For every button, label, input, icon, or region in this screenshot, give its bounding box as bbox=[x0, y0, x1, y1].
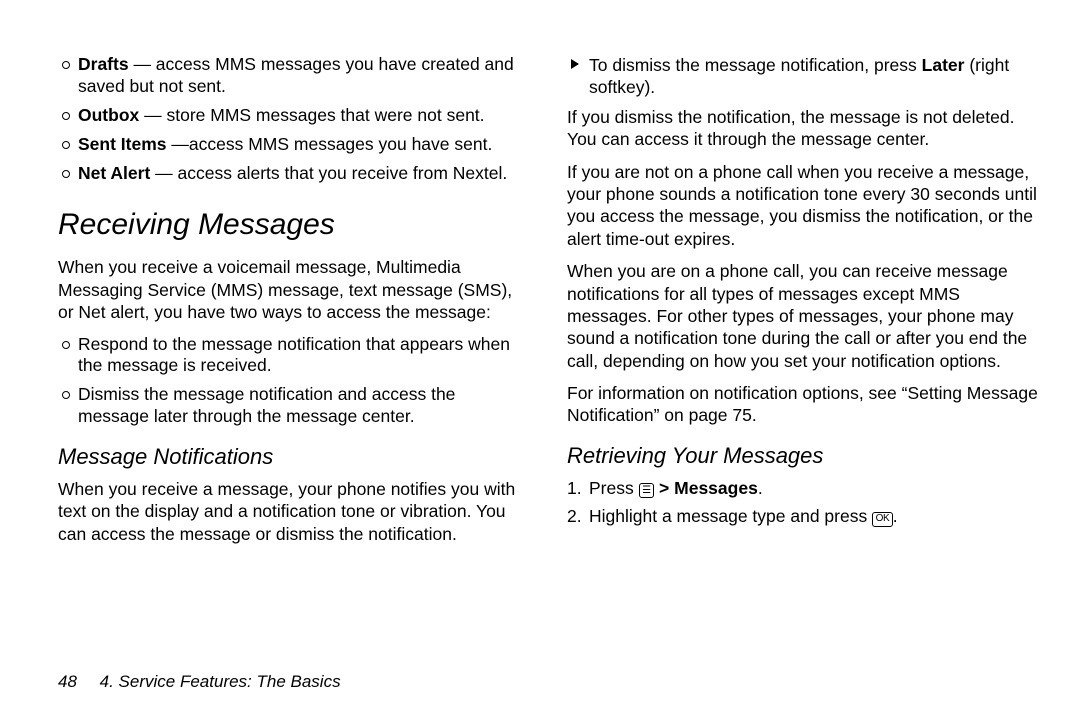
ways-list: Respond to the message notification that… bbox=[58, 334, 531, 429]
heading-retrieving-messages: Retrieving Your Messages bbox=[567, 443, 1040, 469]
menu-key-icon: ☰ bbox=[639, 483, 655, 498]
menu-item: Messages bbox=[674, 478, 758, 498]
softkey-label: Later bbox=[922, 55, 965, 75]
ok-key-icon: OK bbox=[872, 512, 893, 527]
paragraph: When you receive a message, your phone n… bbox=[58, 478, 531, 545]
text: To dismiss the message notification, pre… bbox=[589, 55, 922, 75]
definition: — access alerts that you receive from Ne… bbox=[150, 163, 507, 183]
list-item: Respond to the message notification that… bbox=[58, 334, 531, 378]
steps-list: Press ☰ > Messages. Highlight a message … bbox=[567, 477, 1040, 529]
paragraph: When you are on a phone call, you can re… bbox=[567, 260, 1040, 372]
term: Sent Items bbox=[78, 134, 167, 154]
page: Drafts — access MMS messages you have cr… bbox=[0, 0, 1080, 720]
paragraph: If you dismiss the notification, the mes… bbox=[567, 106, 1040, 151]
definition-list: Drafts — access MMS messages you have cr… bbox=[58, 54, 531, 184]
list-item: Dismiss the message notification and acc… bbox=[58, 384, 531, 428]
heading-message-notifications: Message Notifications bbox=[58, 444, 531, 470]
list-item: Net Alert — access alerts that you recei… bbox=[58, 163, 531, 185]
step-item: Press ☰ > Messages. bbox=[567, 477, 1040, 501]
definition: — store MMS messages that were not sent. bbox=[139, 105, 484, 125]
list-item: Outbox — store MMS messages that were no… bbox=[58, 105, 531, 127]
text: . bbox=[758, 478, 763, 498]
page-number: 48 bbox=[58, 672, 77, 691]
breadcrumb-separator: > bbox=[654, 478, 674, 498]
list-item: Sent Items —access MMS messages you have… bbox=[58, 134, 531, 156]
page-footer: 48 4. Service Features: The Basics bbox=[58, 672, 341, 692]
content-columns: Drafts — access MMS messages you have cr… bbox=[58, 54, 1040, 644]
term: Net Alert bbox=[78, 163, 150, 183]
definition: —access MMS messages you have sent. bbox=[167, 134, 493, 154]
definition: — access MMS messages you have created a… bbox=[78, 54, 514, 96]
list-item: To dismiss the message notification, pre… bbox=[567, 54, 1040, 99]
heading-receiving-messages: Receiving Messages bbox=[58, 208, 531, 242]
term: Outbox bbox=[78, 105, 139, 125]
paragraph: When you receive a voicemail message, Mu… bbox=[58, 256, 531, 323]
text: . bbox=[893, 506, 898, 526]
step-item: Highlight a message type and press OK. bbox=[567, 505, 1040, 529]
sub-bullet-list: To dismiss the message notification, pre… bbox=[567, 54, 1040, 99]
chapter-title: 4. Service Features: The Basics bbox=[100, 672, 341, 691]
paragraph: For information on notification options,… bbox=[567, 382, 1040, 427]
text: Press bbox=[589, 478, 639, 498]
term: Drafts bbox=[78, 54, 129, 74]
text: Highlight a message type and press bbox=[589, 506, 872, 526]
paragraph: If you are not on a phone call when you … bbox=[567, 161, 1040, 251]
list-item: Drafts — access MMS messages you have cr… bbox=[58, 54, 531, 98]
